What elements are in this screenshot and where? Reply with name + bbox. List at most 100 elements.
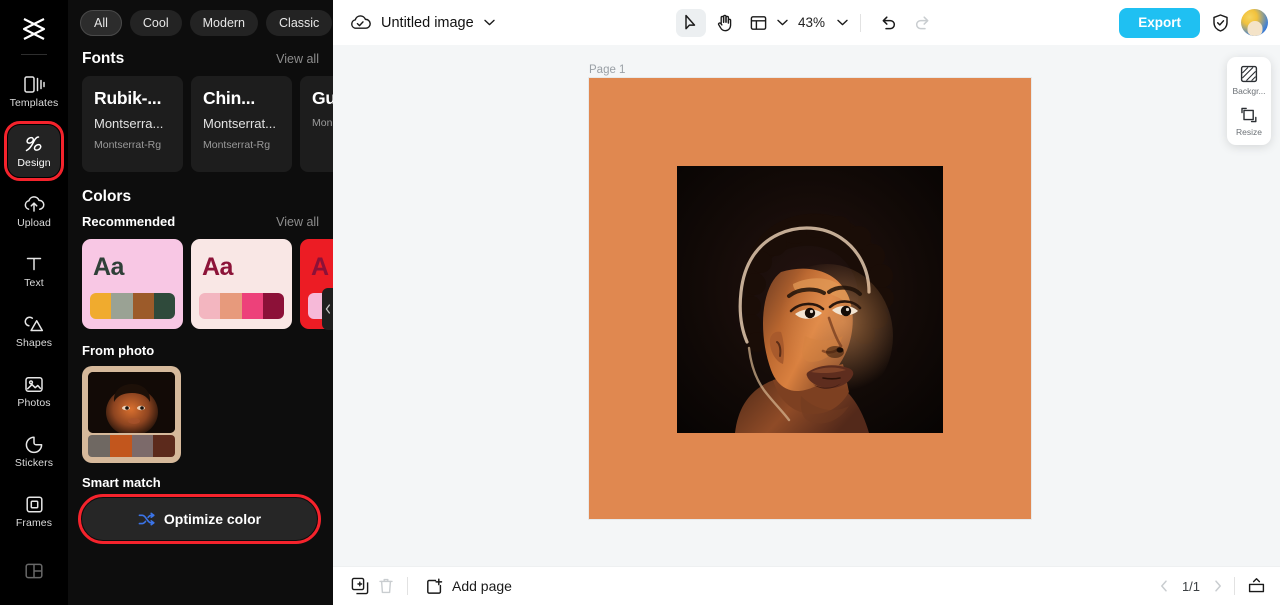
swatch (109, 435, 132, 457)
sidebar-item-frames[interactable]: Frames (8, 485, 60, 537)
swatch (132, 293, 154, 319)
duplicate-page-button[interactable] (347, 573, 373, 599)
hand-icon (717, 14, 733, 32)
sidebar-item-stickers[interactable]: Stickers (8, 425, 60, 477)
swatch (199, 293, 221, 319)
swatch (131, 435, 154, 457)
toolbar-divider (860, 13, 862, 32)
sidebar-item-text[interactable]: Text (8, 245, 60, 297)
avatar[interactable] (1241, 9, 1268, 36)
optimize-color-wrap: Optimize color (78, 494, 321, 544)
fonts-title: Fonts (82, 50, 125, 67)
zoom-chevron-down-icon[interactable] (837, 19, 848, 26)
delete-page-button[interactable] (373, 573, 399, 599)
add-page-icon (426, 577, 444, 595)
upload-cloud-icon (23, 193, 45, 215)
palette-sample-text: Aa (202, 253, 233, 281)
font-card[interactable]: Chin... Montserrat... Montserrat-Rg (191, 76, 292, 172)
palette-card[interactable]: Aa (191, 239, 292, 329)
canvas-page[interactable] (589, 78, 1031, 519)
sidebar-item-photos[interactable]: Photos (8, 365, 60, 417)
background-label: Backgr... (1232, 86, 1266, 96)
font-card-line3: Mon (312, 117, 333, 129)
export-button[interactable]: Export (1119, 7, 1200, 38)
trash-icon (378, 577, 394, 595)
layout-chevron-down-icon[interactable] (777, 19, 788, 26)
background-button[interactable]: Backgr... (1228, 65, 1270, 96)
page-indicator: 1/1 (1181, 578, 1201, 594)
present-icon[interactable] (1247, 577, 1266, 595)
font-card-line2: Montserrat... (203, 116, 276, 131)
sidebar-item-more[interactable] (8, 545, 60, 597)
swatch (153, 435, 175, 457)
font-card[interactable]: Rubik-... Montserra... Montserrat-Rg (82, 76, 183, 172)
undo-icon (880, 15, 897, 30)
layout-tool-button[interactable] (744, 9, 774, 37)
duplicate-page-icon (351, 577, 369, 595)
optimize-color-button[interactable]: Optimize color (82, 498, 317, 540)
left-rail: Templates Design Upload Text Shapes Phot… (0, 0, 68, 605)
sidebar-item-shapes[interactable]: Shapes (8, 305, 60, 357)
bottom-bar: Add page 1/1 (333, 566, 1280, 605)
palettes-carousel: Aa Aa A (68, 229, 333, 329)
colors-title: Colors (82, 188, 132, 205)
canvas-right-panel: Backgr... Resize (1227, 57, 1271, 145)
add-page-button[interactable]: Add page (426, 577, 512, 595)
chip-cool[interactable]: Cool (129, 10, 182, 36)
redo-button[interactable] (907, 9, 937, 37)
design-panel: All Cool Modern Classic Fonts View all R… (68, 0, 333, 605)
title-chevron-down-icon[interactable] (483, 19, 495, 26)
select-tool-button[interactable] (675, 8, 706, 37)
undo-button[interactable] (873, 9, 903, 37)
chip-modern[interactable]: Modern (189, 10, 259, 36)
colors-section-header: Colors (68, 188, 333, 206)
sidebar-label: Photos (17, 397, 51, 409)
swatch (88, 435, 110, 457)
sidebar-item-design[interactable]: Design (4, 121, 64, 181)
from-photo-card[interactable] (82, 366, 181, 463)
fonts-carousel: Rubik-... Montserra... Montserrat-Rg Chi… (68, 68, 333, 172)
font-card-line1: Gu (312, 88, 333, 108)
toolbar-left: Untitled image (349, 14, 495, 31)
font-card[interactable]: Gu Mon (300, 76, 333, 172)
chip-all[interactable]: All (80, 10, 122, 36)
resize-label: Resize (1236, 127, 1262, 137)
panel-collapse-handle[interactable] (322, 288, 333, 330)
hand-tool-button[interactable] (710, 9, 740, 37)
chip-classic[interactable]: Classic (266, 10, 333, 36)
background-hatch-icon (1240, 65, 1258, 83)
document-title[interactable]: Untitled image (381, 15, 474, 31)
swatch (153, 293, 175, 319)
font-card-line1: Chin... (203, 88, 256, 108)
from-photo-label: From photo (82, 343, 155, 358)
recommended-header: Recommended View all (68, 214, 333, 229)
from-photo-thumbnail (88, 372, 175, 433)
next-page-button[interactable] (1214, 580, 1222, 592)
font-card-line2: Montserra... (94, 116, 164, 131)
from-photo-swatches (88, 435, 175, 457)
top-toolbar: Untitled image 43% Export (333, 0, 1280, 45)
fonts-view-all[interactable]: View all (276, 52, 319, 66)
capcut-logo-icon[interactable] (14, 10, 54, 48)
layout-panel-icon (23, 560, 45, 582)
resize-button[interactable]: Resize (1228, 106, 1270, 137)
page-nav: 1/1 (1160, 577, 1266, 595)
prev-page-button[interactable] (1160, 580, 1168, 592)
canvas-photo-element[interactable] (677, 166, 943, 433)
font-card-line1: Rubik-... (94, 88, 162, 108)
swatch (241, 293, 263, 319)
sidebar-item-templates[interactable]: Templates (8, 65, 60, 117)
palette-card[interactable]: Aa (82, 239, 183, 329)
palette-swatches (199, 293, 284, 319)
font-card-line3: Montserrat-Rg (203, 139, 271, 151)
sidebar-item-upload[interactable]: Upload (8, 185, 60, 237)
resize-icon (1240, 106, 1258, 124)
colors-view-all[interactable]: View all (276, 215, 319, 229)
sidebar-label: Upload (17, 217, 51, 229)
zoom-value[interactable]: 43% (798, 15, 825, 30)
canvas-area[interactable]: Page 1 Backgr... Resize (333, 45, 1280, 566)
swatch (262, 293, 284, 319)
cloud-check-icon[interactable] (349, 14, 371, 31)
shield-check-icon[interactable] (1211, 13, 1230, 33)
category-chips: All Cool Modern Classic (68, 0, 333, 36)
